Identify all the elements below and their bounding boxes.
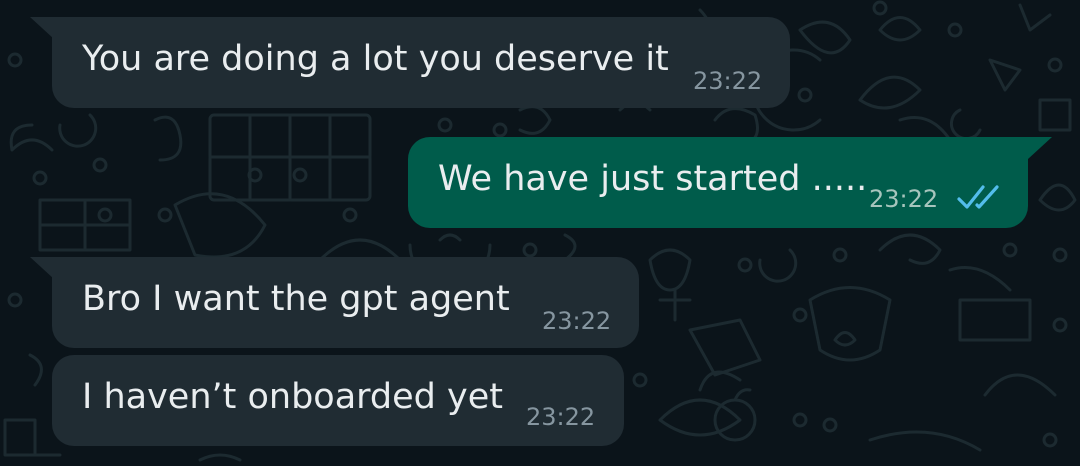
incoming-message-bubble[interactable]: You are doing a lot you deserve it 23:22: [52, 17, 790, 108]
message-timestamp: 23:22: [526, 403, 596, 431]
incoming-bubble-tail: [30, 257, 54, 279]
message-timestamp: 23:22: [542, 307, 612, 335]
message-text: You are doing a lot you deserve it: [82, 39, 669, 79]
chat-area[interactable]: You are doing a lot you deserve it 23:22…: [0, 0, 1080, 466]
double-check-read-icon: [957, 185, 999, 209]
message-timestamp: 23:22: [693, 67, 763, 95]
message-text: We have just started .....: [438, 159, 868, 199]
incoming-message-bubble[interactable]: I haven’t onboarded yet 23:22: [52, 355, 624, 446]
message-timestamp: 23:22: [869, 185, 939, 213]
outgoing-bubble-tail: [1028, 137, 1052, 159]
incoming-bubble-tail: [30, 17, 54, 39]
message-text: I haven’t onboarded yet: [82, 377, 503, 417]
message-text: Bro I want the gpt agent: [82, 279, 510, 319]
incoming-message-bubble[interactable]: Bro I want the gpt agent 23:22: [52, 257, 639, 348]
outgoing-message-bubble[interactable]: We have just started ..... 23:22: [408, 137, 1028, 228]
